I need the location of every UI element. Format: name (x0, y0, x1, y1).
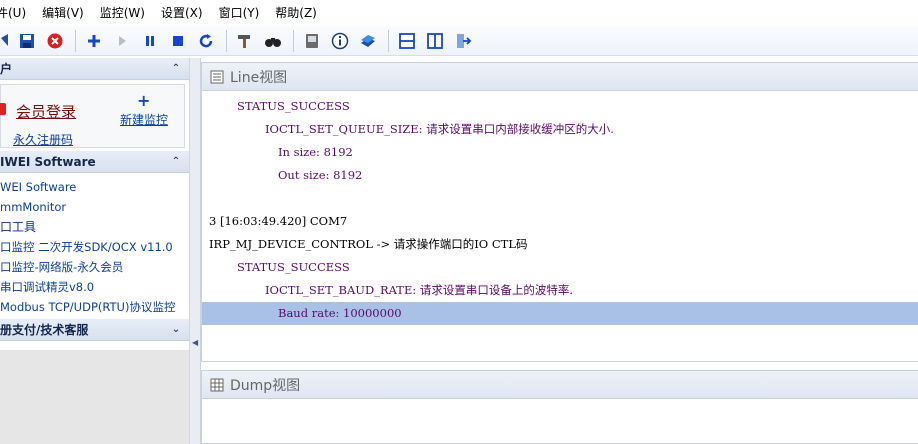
toolbar-separator (75, 29, 76, 52)
toolbar (0, 26, 918, 56)
line-view-pane: Line视图 STATUS_SUCCESS IOCTL_SET_QUEUE_SI… (201, 62, 918, 362)
software-link[interactable]: WEI Software (0, 177, 189, 197)
login-link[interactable]: 会员登录 (16, 101, 76, 122)
log-line: STATUS_SUCCESS (237, 260, 350, 274)
expand-down-icon[interactable]: ⌄ (169, 323, 183, 337)
software-link[interactable]: 口监控-网络版-永久会员 (0, 257, 189, 277)
left-panel: 户 ⌃ 会员登录 永久注册码 + 新建监控 IWEI Software ⌃ WE… (0, 58, 190, 444)
user-section-header[interactable]: 户 ⌃ (0, 58, 189, 80)
log-line: IOCTL_SET_BAUD_RATE: 请求设置串口设备上的波特率. (265, 283, 574, 297)
menu-window[interactable]: 窗口(Y) (209, 0, 266, 26)
menu-bar: 件(U) 编辑(V) 监控(W) 设置(X) 窗口(Y) 帮助(Z) (0, 0, 918, 26)
payment-section-title: 册支付/技术客服 (0, 323, 89, 337)
menu-file[interactable]: 件(U) (0, 0, 32, 26)
line-view-title: Line视图 (230, 69, 288, 86)
left-empty-area (0, 350, 189, 444)
collapse-up-icon[interactable]: ⌃ (169, 62, 183, 76)
menu-settings[interactable]: 设置(X) (151, 0, 209, 26)
software-section-title: IWEI Software (0, 154, 96, 169)
add-icon[interactable] (81, 29, 107, 53)
pause-icon[interactable] (137, 29, 163, 53)
user-box: 会员登录 永久注册码 + 新建监控 (0, 84, 185, 148)
register-link[interactable]: 永久注册码 (13, 131, 73, 148)
payment-section-header[interactable]: 册支付/技术客服 ⌄ (0, 319, 189, 341)
stop-icon[interactable] (165, 29, 191, 53)
log-line: IRP_MJ_DEVICE_CONTROL -> 请求操作端口的IO CTL码 (209, 237, 528, 251)
software-links: WEI Software mmMonitor 口工具 口监控 二次开发SDK/O… (0, 173, 189, 317)
refresh-icon[interactable] (193, 29, 219, 53)
stop-red-icon[interactable] (42, 29, 68, 53)
exit-icon[interactable] (450, 29, 476, 53)
split-horizontal-icon[interactable] (394, 29, 420, 53)
list-icon (210, 70, 224, 83)
device-icon[interactable] (299, 29, 325, 53)
add-icon[interactable]: + (137, 91, 150, 110)
dump-view-pane: Dump视图 (201, 370, 918, 444)
toolbar-separator (226, 29, 227, 52)
grid-icon (210, 378, 224, 391)
software-link[interactable]: 口工具 (0, 217, 189, 237)
collapse-up-icon[interactable]: ⌃ (169, 155, 183, 169)
toolbar-separator (293, 29, 294, 52)
log-line: 3 [16:03:49.420] COM7 (209, 214, 348, 228)
log-line: In size: 8192 (278, 145, 353, 159)
info-icon[interactable] (327, 29, 353, 53)
collapse-left-icon[interactable]: ◀ (192, 338, 198, 347)
dropdown-icon[interactable] (0, 29, 10, 53)
menu-edit[interactable]: 编辑(V) (32, 0, 90, 26)
software-link[interactable]: Modbus TCP/UDP(RTU)协议监控 (0, 297, 189, 317)
split-vertical-icon[interactable] (422, 29, 448, 53)
save-icon[interactable] (14, 29, 40, 53)
software-link[interactable]: 串口调试精灵v8.0 (0, 277, 189, 297)
software-link[interactable]: mmMonitor (0, 197, 189, 217)
dump-view-header: Dump视图 (202, 371, 918, 399)
menu-help[interactable]: 帮助(Z) (265, 0, 323, 26)
menu-monitor[interactable]: 监控(W) (90, 0, 151, 26)
new-monitor-link[interactable]: 新建监控 (120, 111, 168, 128)
user-section-title: 户 (0, 62, 13, 76)
lock-icon (0, 103, 6, 115)
log-line-selected[interactable]: Baud rate: 10000000 (202, 302, 918, 325)
binoculars-icon[interactable] (260, 29, 286, 53)
log-line: Out size: 8192 (278, 168, 363, 182)
dump-view-title: Dump视图 (230, 377, 301, 394)
line-view-content[interactable]: STATUS_SUCCESS IOCTL_SET_QUEUE_SIZE: 请求设… (202, 91, 918, 361)
book-icon[interactable] (355, 29, 381, 53)
tools-icon[interactable] (232, 29, 258, 53)
software-section-header[interactable]: IWEI Software ⌃ (0, 151, 189, 173)
log-line: STATUS_SUCCESS (237, 99, 350, 113)
log-line: IOCTL_SET_QUEUE_SIZE: 请求设置串口内部接收缓冲区的大小. (265, 122, 614, 136)
play-icon[interactable] (109, 29, 135, 53)
toolbar-separator (388, 29, 389, 52)
software-link[interactable]: 口监控 二次开发SDK/OCX v11.0 (0, 237, 189, 257)
panel-splitter[interactable]: ◀ (190, 58, 201, 444)
line-view-header: Line视图 (202, 63, 918, 91)
